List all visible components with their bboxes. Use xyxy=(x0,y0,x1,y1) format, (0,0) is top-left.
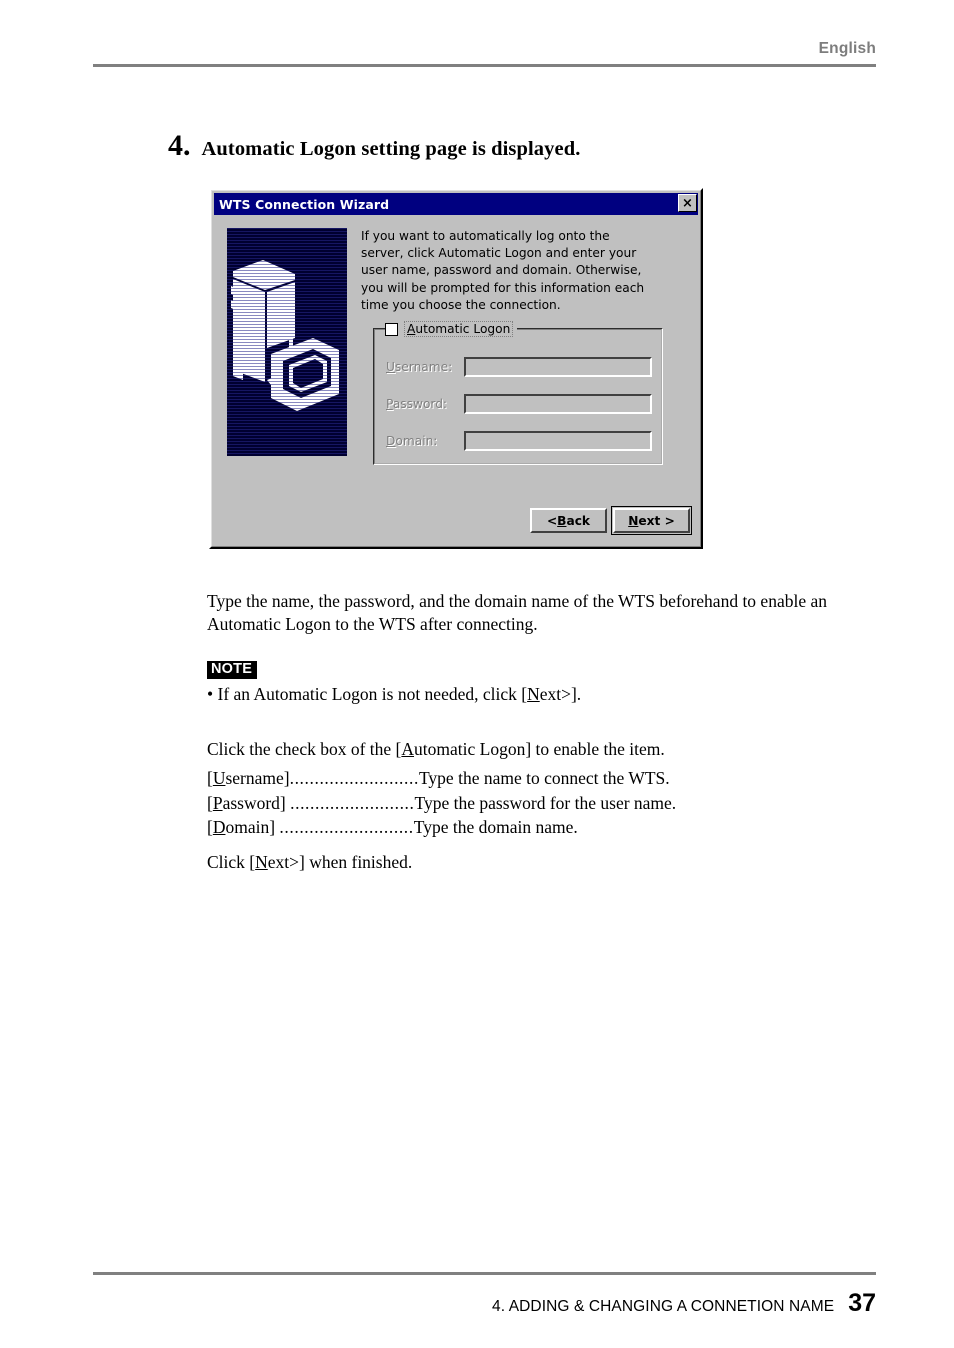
accelerator-n-finish: N xyxy=(255,852,268,872)
username-field-row: Username: xyxy=(386,356,652,378)
list-item: [Password] .........................Type… xyxy=(207,791,867,816)
domain-field-row: Domain: xyxy=(386,430,652,452)
page-footer: 4. ADDING & CHANGING A CONNETION NAME 37 xyxy=(93,1272,876,1318)
accelerator-u: U xyxy=(386,360,395,374)
checkbox-paragraph-prefix: Click the check box of the [ xyxy=(207,739,402,759)
accelerator-n-note: N xyxy=(527,684,540,704)
next-button-suffix: ext > xyxy=(638,513,675,528)
step-number: 4. xyxy=(168,129,191,162)
accelerator-b: B xyxy=(557,513,567,528)
wizard-description-text: If you want to automatically log onto th… xyxy=(361,229,645,312)
footer-rule xyxy=(93,1272,876,1275)
dot-leader: ......................... xyxy=(290,792,415,813)
definition-description: Type the name to connect the WTS. xyxy=(418,768,670,788)
note-item-suffix: ext>]. xyxy=(539,684,582,704)
dot-leader: ........................... xyxy=(279,817,414,837)
accelerator-u-body: U xyxy=(212,768,226,788)
finish-paragraph-prefix: Click [ xyxy=(207,852,256,872)
accelerator-a-body: A xyxy=(401,739,415,759)
note-item: • If an Automatic Logon is not needed, c… xyxy=(207,683,867,705)
wizard-illustration xyxy=(227,228,347,456)
back-button-prefix: < xyxy=(546,513,558,528)
next-button[interactable]: Next > xyxy=(611,506,692,535)
footer-chapter-title: 4. ADDING & CHANGING A CONNETION NAME xyxy=(492,1298,835,1315)
accelerator-d: D xyxy=(386,434,396,448)
back-button-suffix: ack xyxy=(566,513,591,528)
domain-label: Domain: xyxy=(386,434,464,448)
definition-term-rest: sername] xyxy=(225,768,290,788)
page-title: 4. Automatic Logon setting page is displa… xyxy=(168,131,868,163)
definition-term-rest: omain] xyxy=(225,817,280,837)
accelerator-d-body: D xyxy=(212,817,226,837)
field-definition-list: [Username]..........................Type… xyxy=(207,766,867,840)
intro-paragraph: Type the name, the password, and the dom… xyxy=(207,591,827,634)
username-label-rest: sername: xyxy=(394,360,453,374)
step-title: Automatic Logon setting page is displaye… xyxy=(201,138,581,160)
page-number: 37 xyxy=(848,1289,876,1317)
list-item: [Domain] ...........................Type… xyxy=(207,815,867,840)
back-button[interactable]: < Back xyxy=(530,508,607,533)
definition-term-rest: assword] xyxy=(222,792,291,813)
close-icon[interactable]: × xyxy=(678,194,697,212)
dialog-button-bar: < Back Next > xyxy=(524,506,692,535)
automatic-logon-checkbox[interactable] xyxy=(385,322,398,336)
accelerator-p: P xyxy=(386,397,393,411)
automatic-logon-legend[interactable]: Automatic Logon xyxy=(385,320,518,338)
domain-input[interactable] xyxy=(464,431,652,451)
password-label: Password: xyxy=(386,397,464,411)
finish-paragraph-suffix: ext>] when finished. xyxy=(267,852,413,872)
username-label: Username: xyxy=(386,360,464,374)
wizard-description-block: If you want to automatically log onto th… xyxy=(361,228,679,314)
wts-connection-wizard-dialog: WTS Connection Wizard × If you want to a… xyxy=(209,188,703,549)
password-label-rest: assword: xyxy=(392,397,448,411)
dot-leader: .......................... xyxy=(289,768,419,788)
password-field-row: Password: xyxy=(386,393,652,415)
server-monitor-icon xyxy=(231,260,339,411)
note-badge: NOTE xyxy=(207,661,258,679)
username-input[interactable] xyxy=(464,357,652,377)
note-block: NOTE • If an Automatic Logon is not need… xyxy=(207,660,867,705)
note-item-prefix: • If an Automatic Logon is not needed, c… xyxy=(207,684,528,704)
accelerator-n: N xyxy=(628,513,639,528)
language-label: English xyxy=(818,40,876,57)
footer-line: 4. ADDING & CHANGING A CONNETION NAME 37 xyxy=(492,1289,876,1318)
definition-description: Type the password for the user name. xyxy=(414,792,677,813)
automatic-logon-groupbox: Automatic Logon Username: Password: Doma… xyxy=(373,320,663,465)
list-item: [Username]..........................Type… xyxy=(207,766,867,791)
header-rule xyxy=(93,64,876,67)
domain-label-rest: omain: xyxy=(395,434,438,448)
automatic-logon-label: Automatic Logon xyxy=(404,321,514,337)
checkbox-instruction-paragraph: Click the check box of the [Automatic Lo… xyxy=(207,738,867,761)
checkbox-paragraph-suffix: utomatic Logon] to enable the item. xyxy=(414,739,665,759)
automatic-logon-label-rest: utomatic Logon xyxy=(415,322,511,336)
finish-paragraph: Click [Next>] when finished. xyxy=(207,851,867,874)
accelerator-p-body: P xyxy=(212,792,223,813)
password-input[interactable] xyxy=(464,394,652,414)
page-header: English xyxy=(93,40,876,72)
dialog-titlebar: WTS Connection Wizard × xyxy=(214,193,698,215)
definition-description: Type the domain name. xyxy=(413,817,578,837)
dialog-title: WTS Connection Wizard xyxy=(219,196,390,212)
